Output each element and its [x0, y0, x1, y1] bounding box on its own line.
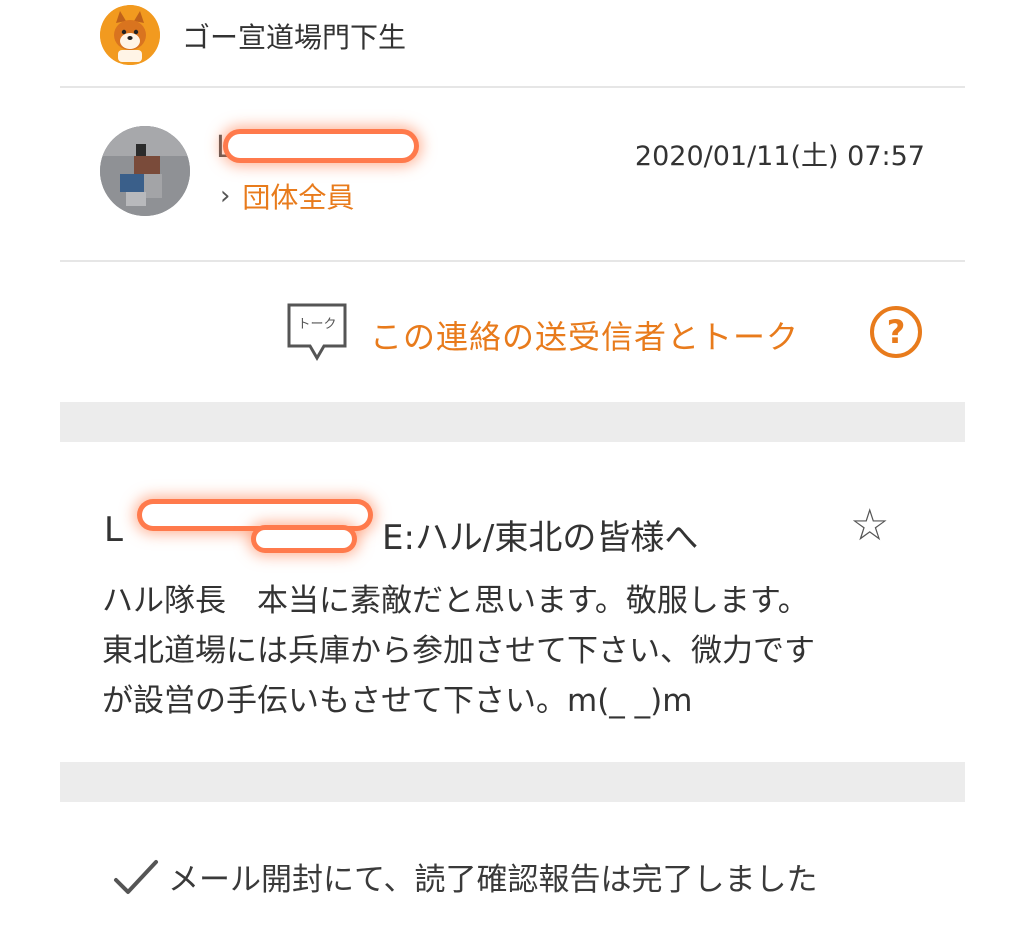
svg-text:トーク: トーク [297, 317, 336, 332]
group-name: ゴー宣道場門下生 [182, 21, 407, 54]
redaction-mark [228, 134, 414, 158]
recipient-label: 団体全員 [242, 181, 355, 214]
talk-row[interactable]: トーク この連絡の送受信者とトーク ? [60, 262, 965, 402]
read-confirmation-row: メール開封にて、読了確認報告は完了しました [60, 804, 965, 943]
talk-with-participants-link[interactable]: この連絡の送受信者とトーク [370, 312, 799, 358]
help-icon[interactable]: ? [870, 306, 922, 358]
shiba-dog-icon [100, 5, 160, 65]
sender-name-area: L [216, 128, 416, 168]
chevron-right-icon: › [220, 181, 231, 211]
check-icon [114, 860, 158, 894]
message-card: L E:ハル/東北の皆様へ ☆ ハル隊長 本当に素敵だと思います。敬服します。 … [60, 442, 965, 762]
redaction-mark [142, 504, 368, 526]
recipient-link[interactable]: › 団体全員 [220, 176, 354, 216]
sender-block: L › 団体全員 2020/01/11(土) 07:57 [60, 88, 965, 262]
section-divider-band [60, 762, 965, 802]
redaction-mark [256, 530, 352, 548]
read-confirmation-text: メール開封にて、読了確認報告は完了しました [168, 862, 818, 898]
message-subject-prefix: L [104, 510, 123, 550]
section-divider-band [60, 402, 965, 442]
talk-bubble-icon: トーク [287, 303, 347, 361]
sent-date: 2020/01/11(土) 07:57 [634, 141, 925, 172]
message-body: ハル隊長 本当に素敵だと思います。敬服します。 東北道場には兵庫から参加させて下… [102, 583, 815, 719]
star-icon[interactable]: ☆ [850, 504, 889, 548]
group-header: ゴー宣道場門下生 [60, 0, 965, 88]
message-subject: E:ハル/東北の皆様へ [382, 518, 699, 558]
sender-avatar[interactable] [100, 126, 190, 216]
